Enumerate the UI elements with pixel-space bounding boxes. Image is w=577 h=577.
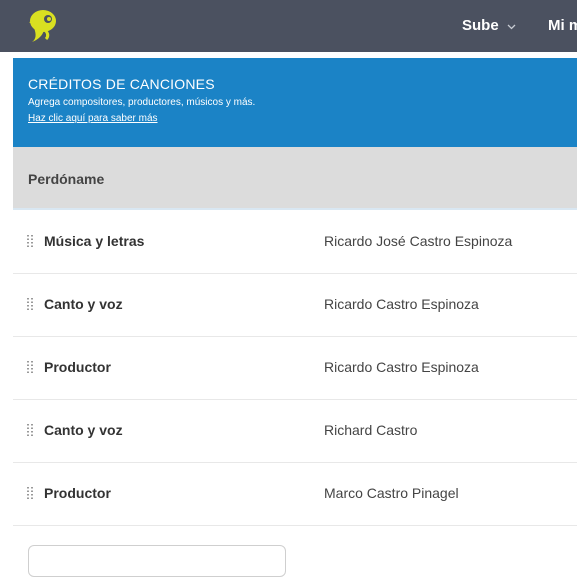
credits-banner: CRÉDITOS DE CANCIONES Agrega compositore… — [13, 58, 577, 147]
credit-person: Marco Castro Pinagel — [324, 485, 459, 501]
drag-handle-icon[interactable] — [26, 360, 34, 374]
banner-title: CRÉDITOS DE CANCIONES — [28, 76, 215, 92]
credit-person: Ricardo Castro Espinoza — [324, 296, 479, 312]
credit-person: Ricardo José Castro Espinoza — [324, 233, 513, 249]
credit-role: Canto y voz — [44, 296, 123, 312]
credit-person: Ricardo Castro Espinoza — [324, 359, 479, 375]
credit-row[interactable]: Productor Ricardo Castro Espinoza — [13, 337, 577, 400]
song-header: Perdóname — [13, 147, 577, 210]
upload-menu-button[interactable]: Sube — [462, 17, 516, 34]
logo-icon[interactable] — [26, 8, 60, 44]
credit-row[interactable]: Canto y voz Richard Castro — [13, 400, 577, 463]
drag-handle-icon[interactable] — [26, 486, 34, 500]
add-credit-field[interactable] — [28, 545, 286, 577]
credit-role: Productor — [44, 359, 111, 375]
credit-role: Música y letras — [44, 233, 145, 249]
song-title: Perdóname — [28, 171, 105, 187]
drag-handle-icon[interactable] — [26, 234, 34, 248]
credit-role: Productor — [44, 485, 111, 501]
credit-person: Richard Castro — [324, 422, 418, 438]
credit-row[interactable]: Productor Marco Castro Pinagel — [13, 463, 577, 526]
credits-list: Música y letras Ricardo José Castro Espi… — [13, 211, 577, 526]
credit-row[interactable]: Música y letras Ricardo José Castro Espi… — [13, 211, 577, 274]
credit-row[interactable]: Canto y voz Ricardo Castro Espinoza — [13, 274, 577, 337]
learn-more-link[interactable]: Haz clic aquí para saber más — [28, 113, 158, 124]
chevron-down-icon — [507, 24, 516, 30]
account-menu-button[interactable]: Mi m — [548, 17, 577, 34]
upload-menu-label: Sube — [462, 17, 499, 34]
banner-subtitle: Agrega compositores, productores, músico… — [28, 97, 256, 108]
top-navbar: Sube Mi m — [0, 0, 577, 52]
drag-handle-icon[interactable] — [26, 297, 34, 311]
credit-role: Canto y voz — [44, 422, 123, 438]
drag-handle-icon[interactable] — [26, 423, 34, 437]
